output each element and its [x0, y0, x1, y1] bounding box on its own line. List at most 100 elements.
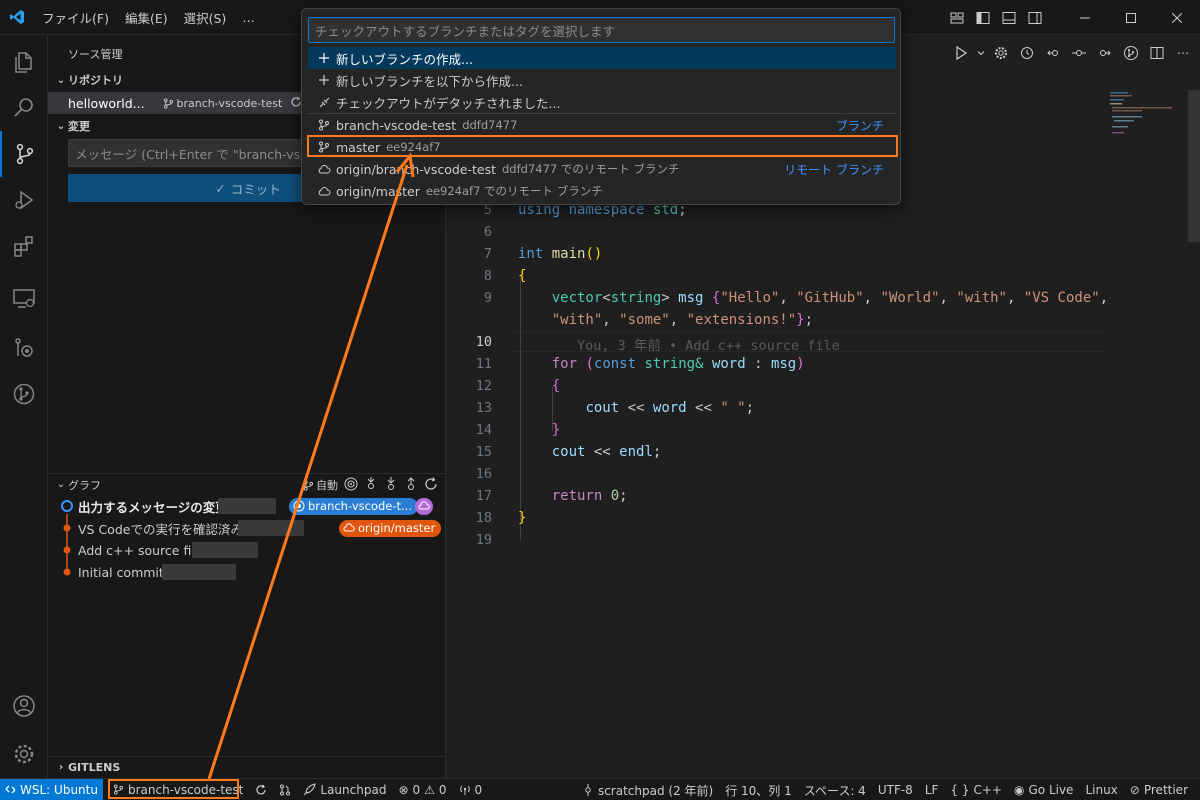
branch-icon: [303, 479, 314, 491]
graph-commit-row[interactable]: VS Codeでの実行を確認済み origin/master: [48, 517, 446, 539]
graph-commit-row[interactable]: 出力するメッセージの変更 branch-vscode-t...: [48, 495, 446, 517]
fetch-icon[interactable]: [364, 476, 378, 494]
cloud-icon: [318, 185, 336, 197]
annotation-highlight-branch: [108, 779, 239, 799]
editor-scrollbar[interactable]: [1188, 90, 1200, 242]
line-number: 13: [475, 400, 492, 416]
line-number: 9: [483, 290, 492, 306]
account-icon[interactable]: [0, 683, 48, 729]
graph-commit-row[interactable]: Initial commit: [48, 561, 446, 583]
cloud-icon: [318, 163, 336, 175]
warning-icon: ⚠: [424, 782, 435, 797]
code-line: cout << endl;: [551, 444, 662, 460]
maximize-icon[interactable]: [1108, 0, 1154, 35]
checkout-detached-item[interactable]: チェックアウトがデタッチされました...: [308, 91, 896, 113]
refresh-icon[interactable]: [424, 476, 438, 494]
redacted-author: [238, 520, 304, 536]
search-icon[interactable]: [0, 85, 48, 131]
menu-file[interactable]: ファイル(F): [34, 0, 117, 35]
golive-status[interactable]: ◉ Go Live: [1008, 779, 1079, 800]
prettier-status[interactable]: ⊘ Prettier: [1124, 779, 1194, 800]
code-line: for (const string& word : msg): [551, 356, 805, 372]
code-line: "with", "some", "extensions!"};: [551, 312, 814, 328]
check-icon: ✓: [215, 180, 226, 196]
vscode-window: ファイル(F) 編集(E) 選択(S) … ソース管理 ⌄ リポジトリ hell…: [0, 0, 1200, 800]
toggle-panel-icon[interactable]: [996, 0, 1022, 35]
pull-request-icon[interactable]: [273, 779, 297, 800]
ref-badge-cloud[interactable]: [415, 497, 433, 515]
settings-gear-icon[interactable]: [0, 731, 48, 777]
explorer-icon[interactable]: [0, 39, 48, 85]
graph-section-header[interactable]: ⌄ グラフ 自動: [48, 473, 446, 495]
menu-edit[interactable]: 編集(E): [117, 0, 176, 35]
remote-explorer-icon[interactable]: [0, 275, 48, 321]
code-line: }: [518, 510, 527, 526]
toggle-primary-sidebar-icon[interactable]: [970, 0, 996, 35]
minimap[interactable]: [1108, 90, 1186, 150]
ref-item-origin-branch-vscode-test[interactable]: origin/branch-vscode-test ddfd7477 でのリモー…: [308, 158, 896, 180]
target-icon: [293, 500, 305, 512]
eol-status[interactable]: LF: [919, 779, 945, 800]
vscode-logo-icon: [0, 0, 34, 35]
extensions-icon[interactable]: [0, 223, 48, 269]
ref-item-origin-master[interactable]: origin/master ee924af7 でのリモート ブランチ: [308, 180, 896, 202]
line-number: 12: [475, 378, 492, 394]
redacted-author: [192, 542, 258, 558]
close-icon[interactable]: [1154, 0, 1200, 35]
code-line: vector<string> msg {"Hello", "GitHub", "…: [551, 290, 1109, 306]
customize-layout-icon[interactable]: [944, 0, 970, 35]
debug-disconnect-icon: [318, 96, 336, 109]
line-number: 19: [475, 532, 492, 548]
code-line: {: [518, 268, 527, 284]
push-icon[interactable]: [404, 476, 418, 494]
line-number: 16: [475, 466, 492, 482]
line-number-current: 10: [475, 334, 492, 350]
branch-icon: [163, 97, 173, 109]
commit-message: VS Codeでの実行を確認済み: [78, 521, 243, 537]
remote-indicator[interactable]: WSL: Ubuntu: [0, 778, 103, 800]
code-line: return 0;: [551, 488, 628, 504]
gitlens-inspect-icon[interactable]: [0, 325, 48, 371]
encoding-status[interactable]: UTF-8: [872, 779, 919, 800]
pull-icon[interactable]: [384, 476, 398, 494]
graph-commit-row[interactable]: Add c++ source file: [48, 539, 446, 561]
code-line: {: [551, 378, 561, 394]
chevron-right-icon: ›: [58, 762, 64, 773]
cursor-position[interactable]: 行 10、列 1: [719, 779, 798, 800]
ref-badge-local[interactable]: branch-vscode-t...: [289, 497, 418, 515]
ports-status[interactable]: 0: [453, 779, 489, 800]
launchpad-status[interactable]: Launchpad: [297, 779, 392, 800]
line-number: 8: [483, 268, 492, 284]
ref-badge-remote[interactable]: origin/master: [339, 519, 442, 537]
line-number: 11: [475, 356, 492, 372]
gitlens-section-header[interactable]: › GITLENS: [48, 756, 446, 778]
run-debug-icon[interactable]: [0, 177, 48, 223]
os-status[interactable]: Linux: [1079, 779, 1123, 800]
toggle-secondary-sidebar-icon[interactable]: [1022, 0, 1048, 35]
code-line: }: [551, 422, 561, 438]
ref-item-branch-vscode-test[interactable]: branch-vscode-test ddfd7477 ブランチ: [308, 114, 896, 136]
blame-annotation: You, 3 年前 • Add c++ source file: [577, 338, 840, 354]
branch-quick-pick: チェックアウトするブランチまたはタグを選択します 新しいブランチの作成... 新…: [301, 8, 901, 205]
target-icon[interactable]: [344, 477, 358, 494]
commit-icon: [585, 784, 591, 796]
repo-branch[interactable]: branch-vscode-test: [163, 97, 282, 110]
cloud-icon: [418, 501, 430, 510]
source-control-icon[interactable]: [0, 131, 48, 177]
create-branch-from-item[interactable]: 新しいブランチを以下から作成...: [308, 69, 896, 91]
commit-message: Add c++ source file: [78, 542, 203, 558]
language-status[interactable]: { } C++: [944, 779, 1008, 800]
menu-selection[interactable]: 選択(S): [176, 0, 235, 35]
indentation-status[interactable]: スペース: 4: [798, 779, 872, 800]
cloud-icon: [343, 523, 355, 532]
minimize-icon[interactable]: [1062, 0, 1108, 35]
quick-pick-input[interactable]: チェックアウトするブランチまたはタグを選択します: [308, 17, 895, 43]
blame-status[interactable]: scratchpad (2 年前): [576, 779, 719, 800]
problems-status[interactable]: ⊗ 0 ⚠ 0: [392, 779, 452, 800]
line-number: 6: [483, 224, 492, 240]
sync-icon[interactable]: [249, 779, 273, 800]
menu-more[interactable]: …: [234, 0, 263, 35]
gitlens-icon[interactable]: [0, 371, 48, 417]
create-branch-item[interactable]: 新しいブランチの作成...: [308, 47, 896, 69]
graph-auto-toggle[interactable]: 自動: [303, 477, 338, 493]
